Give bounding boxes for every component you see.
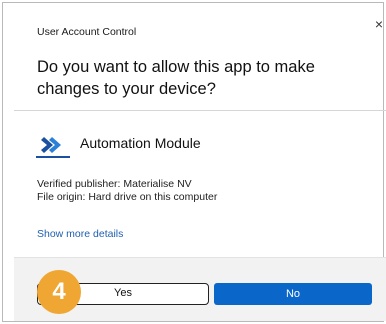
show-more-details-link[interactable]: Show more details	[37, 228, 123, 240]
step-number-badge: 4	[37, 270, 81, 314]
automation-module-icon	[36, 137, 70, 158]
file-origin: File origin: Hard drive on this computer	[37, 191, 218, 203]
divider	[14, 110, 386, 111]
app-name: Automation Module	[80, 135, 201, 151]
no-button[interactable]: No	[214, 283, 372, 305]
close-icon[interactable]: ×	[372, 17, 386, 31]
dialog-question: Do you want to allow this app to make ch…	[37, 58, 315, 98]
verified-publisher: Verified publisher: Materialise NV	[37, 178, 192, 190]
window-title: User Account Control	[37, 26, 137, 38]
